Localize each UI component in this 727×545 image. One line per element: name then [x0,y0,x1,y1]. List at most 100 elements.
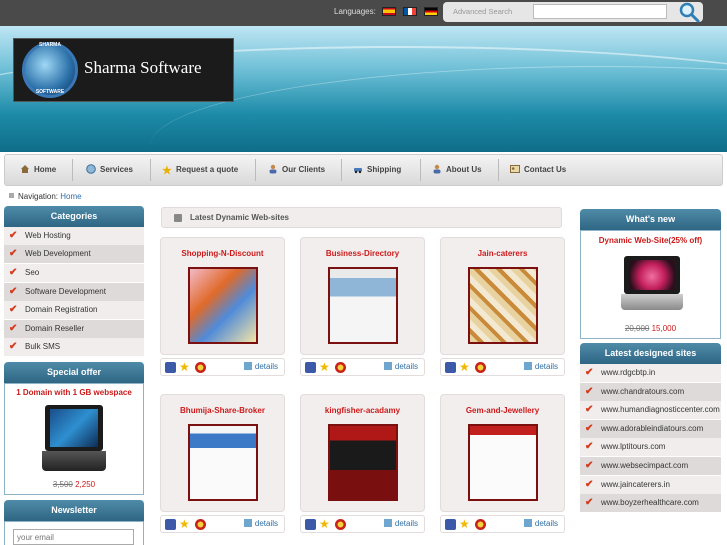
check-icon: ✔ [585,479,594,490]
website-card: Business-Directory [300,237,425,355]
award-badge-icon[interactable] [475,362,486,373]
calendar-icon[interactable] [445,519,456,530]
details-link[interactable]: details [523,362,558,371]
latest-site-link[interactable]: ✔ www.websecimpact.com [580,457,721,475]
search-icon[interactable] [678,1,700,23]
category-label: Domain Reseller [25,324,85,333]
nav-about-us[interactable]: About Us [432,155,482,185]
website-card-title[interactable]: Shopping-N-Discount [161,249,284,258]
details-link[interactable]: details [383,519,418,528]
check-icon: ✔ [585,460,594,471]
french-flag-icon[interactable] [403,7,417,16]
website-thumbnail[interactable] [328,424,398,501]
star-icon[interactable]: ★ [459,361,470,373]
latest-site-link[interactable]: ✔ www.chandratours.com [580,383,721,401]
special-offer-product[interactable]: 1 Domain with 1 GB webspace [4,388,144,397]
site-logo[interactable]: SHARMA SOFTWARE Sharma Software [13,38,234,102]
award-badge-icon[interactable] [475,519,486,530]
calendar-icon[interactable] [305,519,316,530]
website-thumbnail[interactable] [188,424,258,501]
nav-shipping[interactable]: Shipping [353,155,401,185]
category-bulk-sms[interactable]: ✔ Bulk SMS [4,338,144,356]
nav-home[interactable]: Home [20,155,56,185]
home-icon [21,165,29,173]
nav-request-quote[interactable]: ★ Request a quote [162,155,238,185]
newsletter-email-input[interactable] [13,529,134,545]
website-card: Gem-and-Jewellery [440,394,565,512]
laptop-image[interactable] [620,256,684,310]
site-label: www.humandiagnosticcenter.com [601,405,720,414]
star-icon[interactable]: ★ [179,361,190,373]
category-web-development[interactable]: ✔ Web Development [4,245,144,263]
old-price: 3,500 [52,480,73,489]
award-badge-icon[interactable] [335,519,346,530]
award-badge-icon[interactable] [335,362,346,373]
category-software-development[interactable]: ✔ Software Development [4,283,144,301]
details-label: details [534,519,558,528]
nav-our-clients[interactable]: Our Clients [268,155,325,185]
star-icon[interactable]: ★ [179,518,190,530]
star-icon[interactable]: ★ [319,361,330,373]
whats-new-price: 20,000 15,000 [580,324,721,333]
nav-request-quote-label: Request a quote [176,165,239,174]
category-label: Web Hosting [25,231,71,240]
german-flag-icon[interactable] [424,7,438,16]
calendar-icon[interactable] [165,362,176,373]
card-action-bar: ★ details [160,515,285,533]
whats-new-product[interactable]: Dynamic Web-Site(25% off) [580,236,721,245]
check-icon: ✔ [9,286,18,297]
details-label: details [534,362,558,371]
site-label: www.adorableindiatours.com [601,424,704,433]
latest-site-link[interactable]: ✔ www.humandiagnosticcenter.com [580,401,721,419]
website-card-title[interactable]: Jain-caterers [441,249,564,258]
star-icon[interactable]: ★ [319,518,330,530]
new-price: 15,000 [651,324,677,333]
award-badge-icon[interactable] [195,362,206,373]
website-thumbnail[interactable] [468,424,538,501]
latest-site-link[interactable]: ✔ www.adorableindiatours.com [580,420,721,438]
category-label: Seo [25,268,40,277]
latest-site-link[interactable]: ✔ www.jaincaterers.in [580,476,721,494]
website-card-title[interactable]: Gem-and-Jewellery [441,406,564,415]
website-card-title[interactable]: Bhumija-Share-Broker [161,406,284,415]
category-domain-reseller[interactable]: ✔ Domain Reseller [4,320,144,338]
advanced-search-link[interactable]: Advanced Search [453,7,512,16]
breadcrumb-home-link[interactable]: Home [60,192,81,201]
latest-site-link[interactable]: ✔ www.rdgcbtp.in [580,364,721,382]
website-thumbnail[interactable] [468,267,538,344]
calendar-icon[interactable] [165,519,176,530]
category-label: Web Development [25,249,91,258]
nav-contact-us[interactable]: Contact Us [510,155,566,185]
search-input[interactable] [533,4,667,19]
website-card-title[interactable]: Business-Directory [301,249,424,258]
calendar-icon[interactable] [305,362,316,373]
website-card-title[interactable]: kingfisher-acadamy [301,406,424,415]
laptop-image[interactable] [41,405,107,471]
check-icon: ✔ [585,386,594,397]
details-link[interactable]: details [243,362,278,371]
category-label: Software Development [25,287,106,296]
nav-services[interactable]: Services [86,155,133,185]
site-label: www.lptitours.com [601,442,666,451]
award-badge-icon[interactable] [195,519,206,530]
details-icon [523,519,532,527]
details-link[interactable]: details [243,519,278,528]
website-card: Jain-caterers [440,237,565,355]
calendar-icon[interactable] [445,362,456,373]
website-thumbnail[interactable] [188,267,258,344]
details-link[interactable]: details [383,362,418,371]
site-label: www.rdgcbtp.in [601,368,656,377]
details-link[interactable]: details [523,519,558,528]
star-icon[interactable]: ★ [459,518,470,530]
category-seo[interactable]: ✔ Seo [4,264,144,282]
category-domain-registration[interactable]: ✔ Domain Registration [4,301,144,319]
latest-site-link[interactable]: ✔ www.lptitours.com [580,438,721,456]
check-icon: ✔ [585,441,594,452]
spanish-flag-icon[interactable] [382,7,396,16]
latest-site-link[interactable]: ✔ www.boyzerhealthcare.com [580,494,721,512]
website-thumbnail[interactable] [328,267,398,344]
website-card: kingfisher-acadamy [300,394,425,512]
category-web-hosting[interactable]: ✔ Web Hosting [4,227,144,245]
website-card: Shopping-N-Discount [160,237,285,355]
check-icon: ✔ [9,341,18,352]
